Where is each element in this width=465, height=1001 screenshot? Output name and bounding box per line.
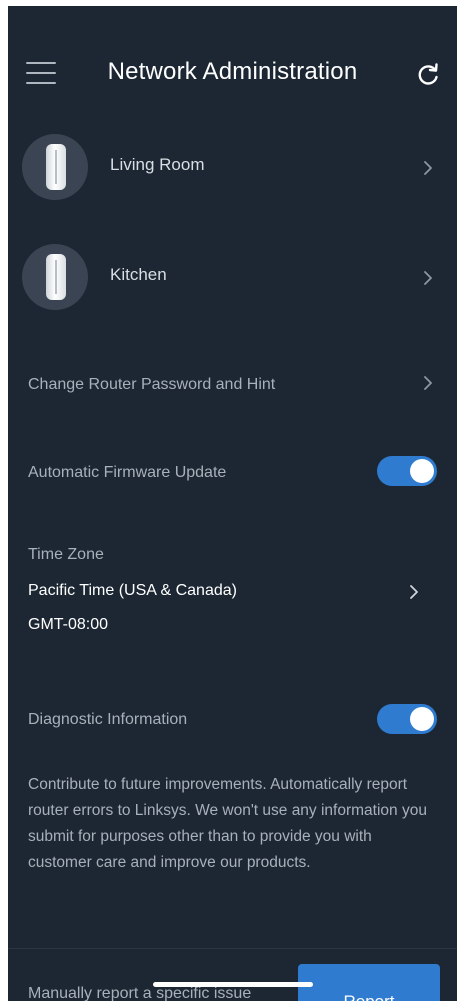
diagnostic-toggle[interactable] (377, 704, 437, 734)
chevron-right-icon (424, 161, 432, 175)
diagnostic-description: Contribute to future improvements. Autom… (28, 776, 427, 871)
router-node-icon (22, 244, 88, 310)
chevron-right-icon (424, 271, 432, 285)
firmware-update-row: Automatic Firmware Update (8, 449, 457, 499)
change-password-row[interactable]: Change Router Password and Hint (8, 361, 457, 411)
page-title: Network Administration (107, 58, 358, 85)
header: Network Administration (8, 6, 457, 136)
diagnostic-label: Diagnostic Information (28, 711, 188, 728)
node-item-living-room[interactable]: Living Room (8, 124, 457, 208)
firmware-update-toggle[interactable] (377, 456, 437, 486)
divider (8, 948, 457, 949)
change-password-label: Change Router Password and Hint (28, 376, 276, 393)
router-node-icon (22, 134, 88, 200)
node-label: Living Room (110, 155, 205, 174)
report-button-label: Report (298, 992, 440, 1001)
firmware-update-label: Automatic Firmware Update (28, 464, 227, 481)
timezone-label: Time Zone (28, 546, 104, 563)
chevron-right-icon[interactable] (409, 584, 419, 600)
chevron-right-icon (424, 376, 432, 390)
timezone-value[interactable]: Pacific Time (USA & Canada) (28, 582, 237, 600)
manual-report-label: Manually report a specific issue (28, 985, 252, 1001)
node-item-kitchen[interactable]: Kitchen (8, 234, 457, 318)
node-label: Kitchen (110, 265, 167, 284)
app-screen: Network Administration Living Room Kitch… (8, 6, 457, 1001)
diagnostic-row: Diagnostic Information (8, 696, 457, 746)
timezone-offset: GMT-08:00 (28, 616, 109, 633)
report-button[interactable]: Report (298, 964, 440, 1001)
refresh-icon[interactable] (415, 61, 441, 87)
home-indicator[interactable] (153, 982, 313, 987)
